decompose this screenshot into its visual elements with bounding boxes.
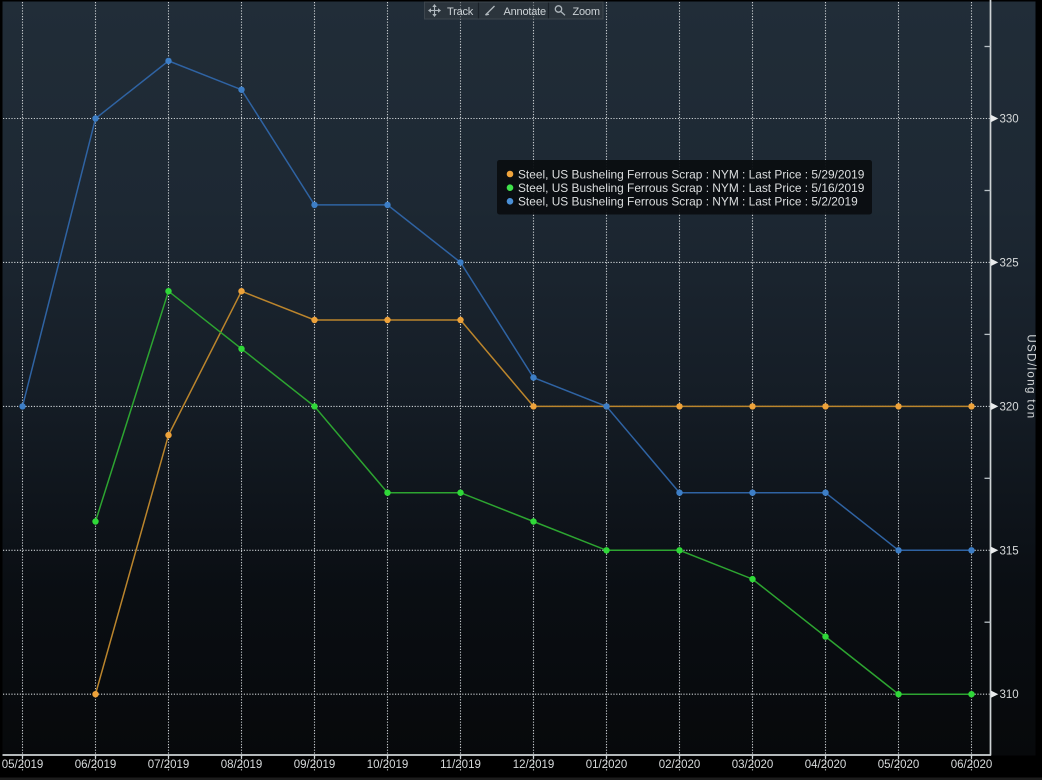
svg-text:315: 315 <box>1000 545 1019 557</box>
svg-text:Zoom: Zoom <box>573 6 600 18</box>
svg-text:325: 325 <box>1000 257 1019 269</box>
svg-text:09/2019: 09/2019 <box>294 759 336 771</box>
svg-text:330: 330 <box>1000 114 1019 126</box>
svg-text:Annotate: Annotate <box>504 6 547 18</box>
svg-text:10/2019: 10/2019 <box>367 759 409 771</box>
svg-text:Steel, US Busheling Ferrous Sc: Steel, US Busheling Ferrous Scrap : NYM … <box>518 195 858 209</box>
svg-text:06/2019: 06/2019 <box>75 759 117 771</box>
svg-text:Track: Track <box>447 6 474 18</box>
svg-text:Steel, US Busheling Ferrous Sc: Steel, US Busheling Ferrous Scrap : NYM … <box>518 181 865 195</box>
svg-text:01/2020: 01/2020 <box>586 759 628 771</box>
svg-text:03/2020: 03/2020 <box>732 759 774 771</box>
svg-text:310: 310 <box>1000 689 1019 701</box>
svg-text:USD/long ton: USD/long ton <box>1025 334 1037 419</box>
svg-text:06/2020: 06/2020 <box>951 759 993 771</box>
svg-text:05/2020: 05/2020 <box>878 759 920 771</box>
svg-text:04/2020: 04/2020 <box>805 759 847 771</box>
svg-text:12/2019: 12/2019 <box>513 759 555 771</box>
svg-text:11/2019: 11/2019 <box>440 759 481 771</box>
svg-text:08/2019: 08/2019 <box>221 759 263 771</box>
svg-text:Steel, US Busheling Ferrous Sc: Steel, US Busheling Ferrous Scrap : NYM … <box>518 167 865 181</box>
svg-text:05/2019: 05/2019 <box>2 759 44 771</box>
svg-text:320: 320 <box>1000 401 1019 413</box>
svg-text:02/2020: 02/2020 <box>659 759 701 771</box>
svg-text:07/2019: 07/2019 <box>148 759 190 771</box>
